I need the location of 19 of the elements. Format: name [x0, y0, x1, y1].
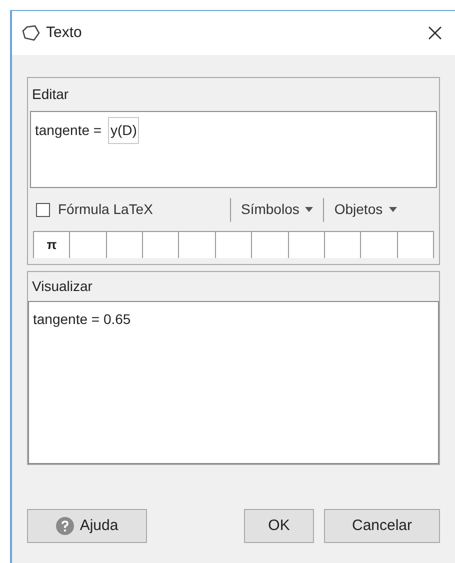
- help-button[interactable]: Ajuda: [27, 509, 147, 543]
- object-field[interactable]: y(D): [108, 117, 139, 144]
- text-editor[interactable]: tangente = y(D): [30, 111, 437, 188]
- symbol-button[interactable]: π: [34, 232, 70, 258]
- checkbox-label: Fórmula LaTeX: [58, 200, 153, 220]
- window-title: Texto: [46, 22, 82, 43]
- polygon-icon: [22, 25, 40, 41]
- ok-button[interactable]: OK: [244, 509, 314, 543]
- panel-title: Editar: [31, 85, 70, 104]
- caret-icon: [388, 207, 397, 212]
- panel-title: Visualizar: [31, 277, 94, 296]
- dropdown-menu[interactable]: Símbolos: [241, 199, 314, 220]
- question-icon: [56, 517, 74, 535]
- preview-text: tangente = 0.65: [33, 311, 131, 327]
- caret-icon: [305, 207, 314, 212]
- dropdown-menu[interactable]: Objetos: [334, 199, 397, 220]
- latex-checkbox[interactable]: [36, 202, 50, 217]
- cancel-button[interactable]: Cancelar: [324, 509, 440, 543]
- editor-text: tangente =: [35, 121, 103, 140]
